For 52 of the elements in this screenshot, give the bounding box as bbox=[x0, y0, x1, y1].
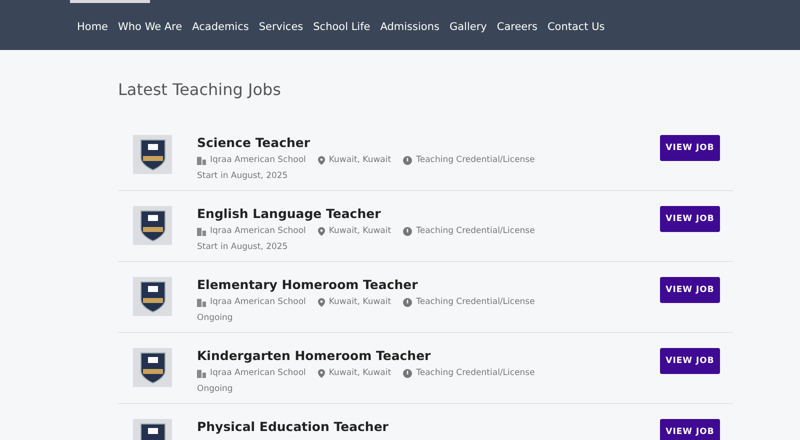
nav-link[interactable]: Careers bbox=[492, 20, 542, 36]
view-job-button[interactable]: VIEW JOB bbox=[660, 277, 720, 303]
certificate-icon bbox=[403, 226, 412, 236]
view-job-button[interactable]: VIEW JOB bbox=[660, 419, 720, 440]
location-pin-icon bbox=[318, 226, 325, 236]
school-name: Iqraa American School bbox=[210, 367, 306, 380]
school-name: Iqraa American School bbox=[210, 225, 306, 238]
view-job-button[interactable]: VIEW JOB bbox=[660, 135, 720, 161]
nav-link[interactable]: School Life bbox=[308, 20, 376, 36]
location-pin-icon bbox=[318, 156, 325, 165]
job-requirement: Teaching Credential/License bbox=[416, 296, 535, 309]
job-location: Kuwait, Kuwait bbox=[328, 367, 392, 380]
job-location: Kuwait, Kuwait bbox=[328, 296, 392, 309]
nav-link[interactable]: Who We Are bbox=[113, 20, 188, 36]
building-icon bbox=[197, 368, 206, 378]
location-pin-icon bbox=[318, 368, 325, 378]
nav-link[interactable]: Services bbox=[254, 20, 308, 36]
shield-logo-icon bbox=[140, 210, 166, 242]
job-location: Kuwait, Kuwait bbox=[328, 225, 392, 238]
view-job-button[interactable]: VIEW JOB bbox=[660, 206, 720, 232]
job-requirement: Teaching Credential/License bbox=[416, 154, 535, 167]
location-pin-icon bbox=[318, 298, 325, 307]
job-location: Kuwait, Kuwait bbox=[328, 154, 392, 167]
job-title[interactable]: Science Teacher bbox=[197, 135, 660, 151]
nav-link[interactable]: Admissions bbox=[375, 20, 444, 36]
job-title[interactable]: English Language Teacher bbox=[197, 206, 660, 222]
shield-logo-icon bbox=[140, 352, 166, 384]
shield-logo-icon bbox=[140, 280, 166, 312]
certificate-icon bbox=[403, 156, 412, 165]
school-name: Iqraa American School bbox=[210, 154, 306, 167]
start-date: Ongoing bbox=[197, 312, 234, 324]
nav-link[interactable]: Contact Us bbox=[542, 20, 610, 36]
job-title[interactable]: Elementary Homeroom Teacher bbox=[197, 277, 660, 293]
nav-link[interactable]: Academics bbox=[187, 20, 254, 36]
job-requirement: Teaching Credential/License bbox=[416, 225, 535, 238]
start-date: Start in August, 2025 bbox=[197, 240, 289, 254]
job-requirement: Teaching Credential/License bbox=[416, 367, 535, 380]
start-date: Ongoing bbox=[197, 382, 234, 396]
nav-link[interactable]: Home bbox=[72, 20, 114, 36]
school-name: Iqraa American School bbox=[210, 296, 306, 309]
shield-logo-icon bbox=[140, 138, 166, 170]
nav-link[interactable]: Gallery bbox=[444, 20, 492, 36]
start-date: Start in August, 2025 bbox=[197, 170, 289, 182]
building-icon bbox=[197, 226, 206, 236]
job-title[interactable]: Kindergarten Homeroom Teacher bbox=[197, 348, 660, 364]
view-job-button[interactable]: VIEW JOB bbox=[660, 348, 720, 374]
building-icon bbox=[197, 156, 206, 165]
certificate-icon bbox=[403, 298, 412, 307]
section-heading: Latest Teaching Jobs bbox=[118, 79, 282, 101]
building-icon bbox=[197, 298, 206, 307]
job-title[interactable]: Physical Education Teacher bbox=[197, 419, 660, 435]
certificate-icon bbox=[403, 368, 412, 378]
